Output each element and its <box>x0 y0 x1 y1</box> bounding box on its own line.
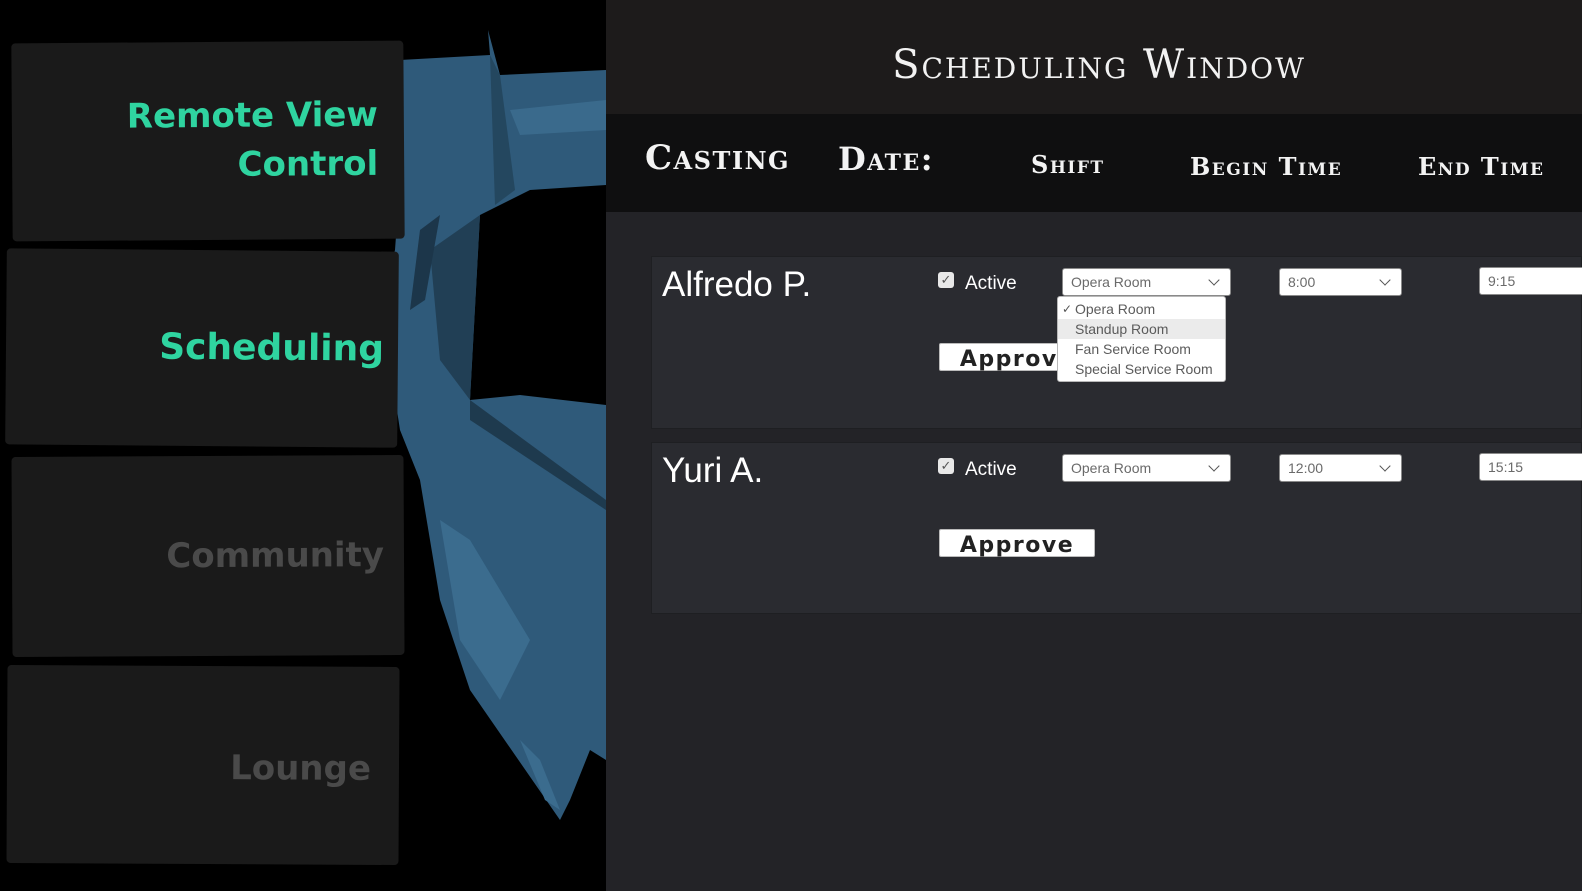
end-time-value: 15:15 <box>1488 459 1524 475</box>
dropdown-option-fan-service-room[interactable]: Fan Service Room <box>1058 339 1225 359</box>
approve-button[interactable]: Approve <box>939 529 1095 558</box>
dropdown-option-label: Standup Room <box>1075 321 1169 337</box>
begin-time-select[interactable]: 12:00 <box>1279 454 1402 482</box>
active-checkbox[interactable]: ✓ <box>938 272 954 288</box>
scheduling-window: Scheduling Window Casting Date: Shift Be… <box>606 0 1582 891</box>
nav-scheduling-label: Scheduling <box>159 326 385 370</box>
approve-button-label: Approve <box>959 532 1075 558</box>
title-bar: Scheduling Window <box>606 0 1582 114</box>
checkmark-icon: ✓ <box>1062 302 1073 316</box>
schedule-row: Yuri A. ✓ Active Opera Room 12:00 15:15 … <box>651 442 1582 614</box>
begin-time-value: 8:00 <box>1288 274 1316 290</box>
nav-community[interactable]: Community <box>11 454 405 658</box>
header-begin-time: Begin Time <box>1190 152 1343 181</box>
begin-time-select[interactable]: 8:00 <box>1279 268 1402 296</box>
nav-remote-view-control[interactable]: Remote View Control <box>11 40 405 242</box>
active-label: Active <box>965 273 1017 294</box>
room-select-value: Opera Room <box>1071 460 1152 476</box>
nav-remote-view-label-line2: Control <box>237 143 379 185</box>
nav-lounge[interactable]: Lounge <box>6 664 400 866</box>
begin-time-value: 12:00 <box>1288 460 1324 476</box>
room-select[interactable]: Opera Room <box>1062 268 1231 296</box>
dropdown-option-label: Fan Service Room <box>1075 341 1191 357</box>
end-time-input[interactable]: 9:15 <box>1479 267 1582 295</box>
room-select-value: Opera Room <box>1071 274 1152 290</box>
nav-lounge-label: Lounge <box>230 748 372 790</box>
scene-3d-view: Remote View Control Scheduling Community… <box>0 0 606 891</box>
chevron-down-icon <box>1208 274 1220 286</box>
header-shift: Shift <box>1031 150 1105 179</box>
window-title: Scheduling Window <box>892 42 1306 88</box>
person-name: Alfredo P. <box>662 265 812 304</box>
active-checkbox[interactable]: ✓ <box>938 458 954 474</box>
dropdown-option-label: Opera Room <box>1075 301 1156 317</box>
end-time-input[interactable]: 15:15 <box>1479 453 1582 481</box>
nav-community-label: Community <box>166 535 385 577</box>
header-end-time: End Time <box>1418 152 1545 181</box>
person-name: Yuri A. <box>662 451 764 490</box>
active-label: Active <box>965 459 1017 480</box>
column-header-row: Casting Date: Shift Begin Time End Time <box>606 114 1582 212</box>
chevron-down-icon <box>1379 274 1391 286</box>
room-dropdown-menu: ✓ Opera Room Standup Room Fan Service Ro… <box>1057 296 1226 382</box>
dropdown-option-opera-room[interactable]: ✓ Opera Room <box>1058 299 1225 319</box>
dropdown-option-special-service-room[interactable]: Special Service Room <box>1058 359 1225 379</box>
room-select[interactable]: Opera Room <box>1062 454 1231 482</box>
end-time-value: 9:15 <box>1488 273 1516 289</box>
chevron-down-icon <box>1379 460 1391 472</box>
chevron-down-icon <box>1208 460 1220 472</box>
nav-scheduling[interactable]: Scheduling <box>5 248 399 448</box>
nav-remote-view-label-line1: Remote View <box>126 94 378 137</box>
header-casting: Casting <box>645 138 791 178</box>
dropdown-option-label: Special Service Room <box>1075 361 1213 377</box>
dropdown-option-standup-room[interactable]: Standup Room <box>1058 319 1225 339</box>
header-date: Date: <box>838 140 935 178</box>
